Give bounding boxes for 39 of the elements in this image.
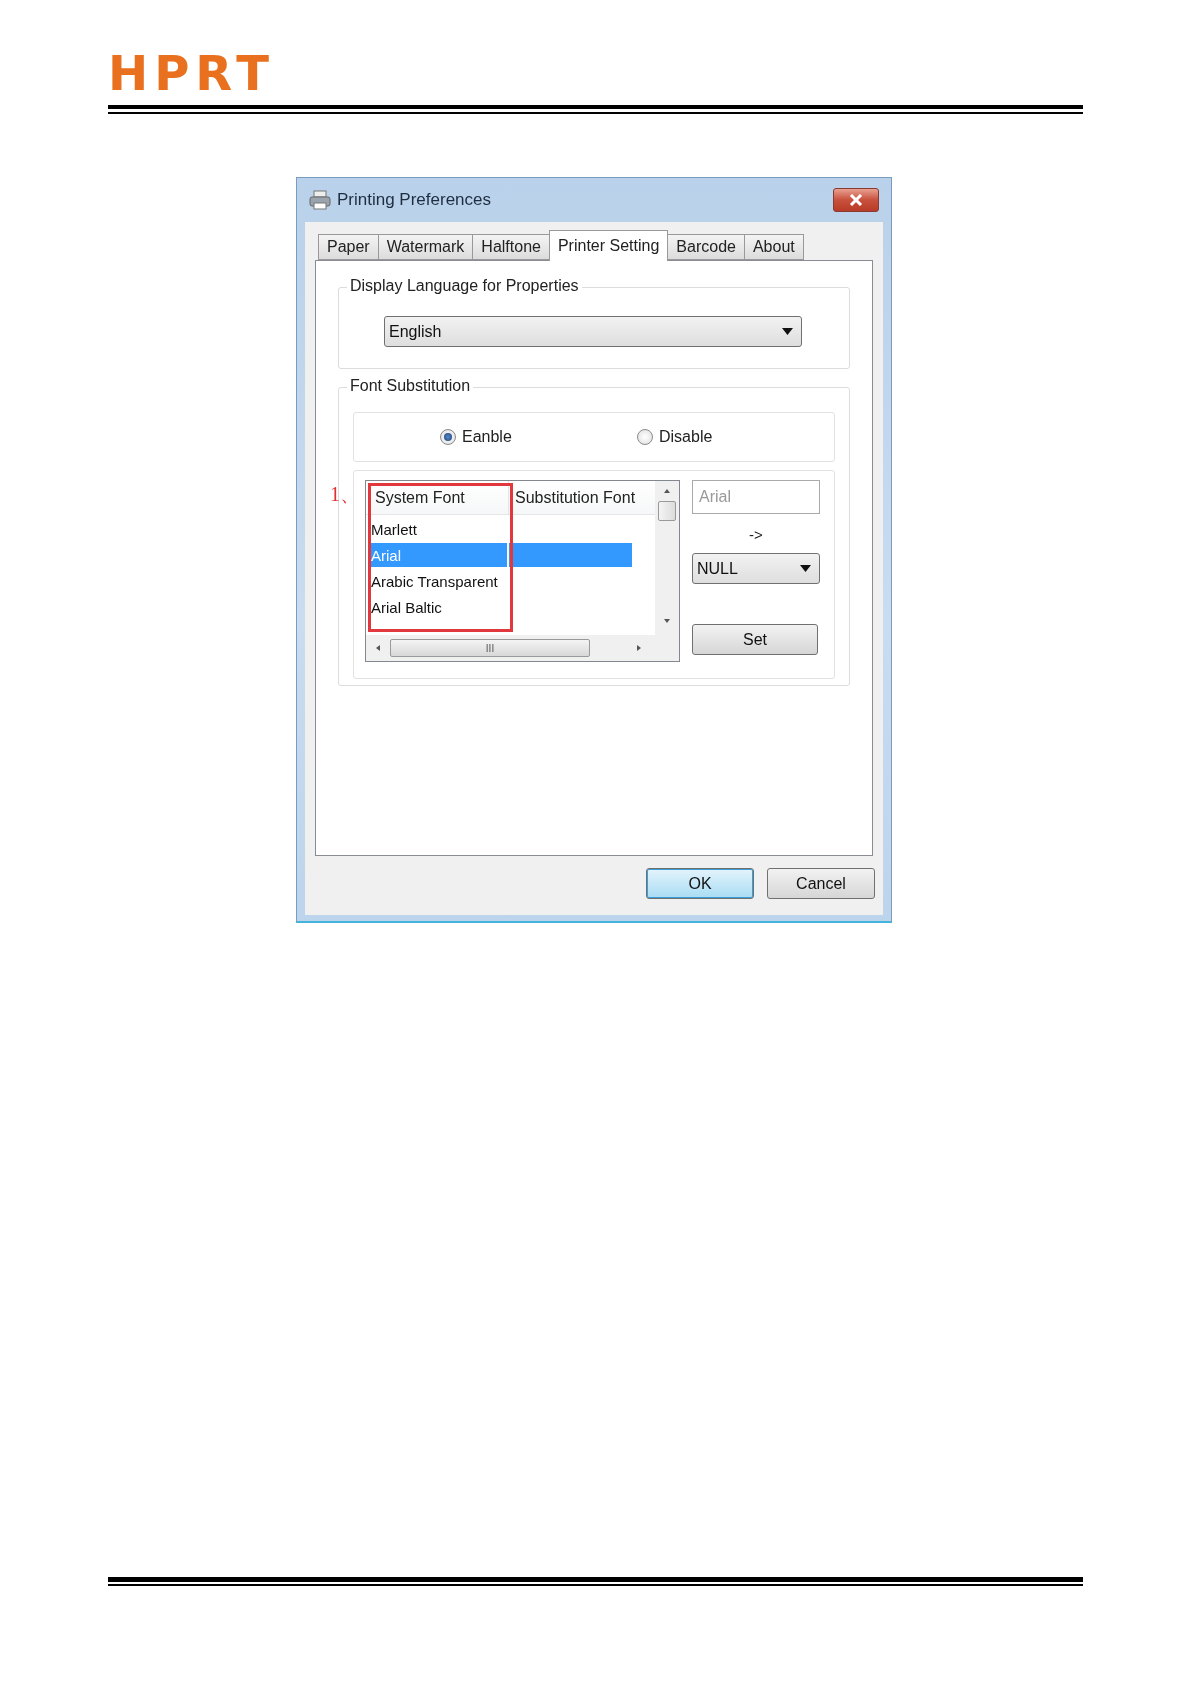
window-title: Printing Preferences — [337, 190, 493, 210]
tab[interactable]: Halftone — [472, 234, 550, 260]
scroll-down-icon[interactable] — [663, 617, 671, 625]
caret-icon — [800, 565, 811, 572]
tab[interactable]: Barcode — [667, 234, 745, 260]
logo: HPRT — [108, 50, 275, 96]
group-label: Display Language for Properties — [347, 277, 582, 295]
annotation-number: 1、 — [330, 482, 360, 507]
radio-label[interactable]: Eanble — [462, 428, 512, 446]
substitute-dropdown[interactable]: NULL — [692, 553, 820, 584]
cancel-button[interactable]: Cancel — [767, 868, 875, 899]
ok-button[interactable]: OK — [646, 868, 754, 899]
set-button[interactable]: Set — [692, 624, 818, 655]
dropdown-value: NULL — [697, 559, 738, 578]
scroll-thumb[interactable]: III — [390, 639, 590, 657]
close-button[interactable] — [833, 188, 879, 212]
dropdown-value: English — [389, 322, 442, 341]
scroll-up-icon[interactable] — [663, 487, 671, 495]
list-cell[interactable]: Marlett — [369, 517, 507, 541]
close-icon — [849, 194, 863, 206]
caret-icon — [782, 328, 793, 335]
scroll-right-icon[interactable] — [635, 644, 643, 652]
horizontal-scrollbar[interactable]: III — [366, 635, 679, 661]
font-list[interactable]: System Font Substitution Font Marlett Arial Arabic Transparent Arial Baltic III — [365, 480, 680, 662]
list-cell[interactable]: Arabic Transparent — [369, 569, 507, 593]
tab[interactable]: About — [743, 234, 804, 260]
tab[interactable]: Watermark — [377, 234, 474, 260]
vertical-scrollbar[interactable] — [655, 481, 679, 635]
arrow-text: -> — [749, 526, 763, 543]
radio-button[interactable] — [440, 429, 456, 445]
printer-icon — [309, 190, 331, 210]
scroll-left-icon[interactable] — [374, 644, 382, 652]
list-cell[interactable]: Arial Baltic — [369, 595, 507, 619]
scroll-thumb[interactable] — [658, 501, 676, 521]
tab[interactable]: Paper — [318, 234, 379, 260]
language-dropdown[interactable]: English — [384, 316, 802, 347]
radio-label[interactable]: Disable — [659, 428, 713, 446]
tab[interactable]: Printer Setting — [548, 230, 669, 261]
radio-button[interactable] — [637, 429, 653, 445]
